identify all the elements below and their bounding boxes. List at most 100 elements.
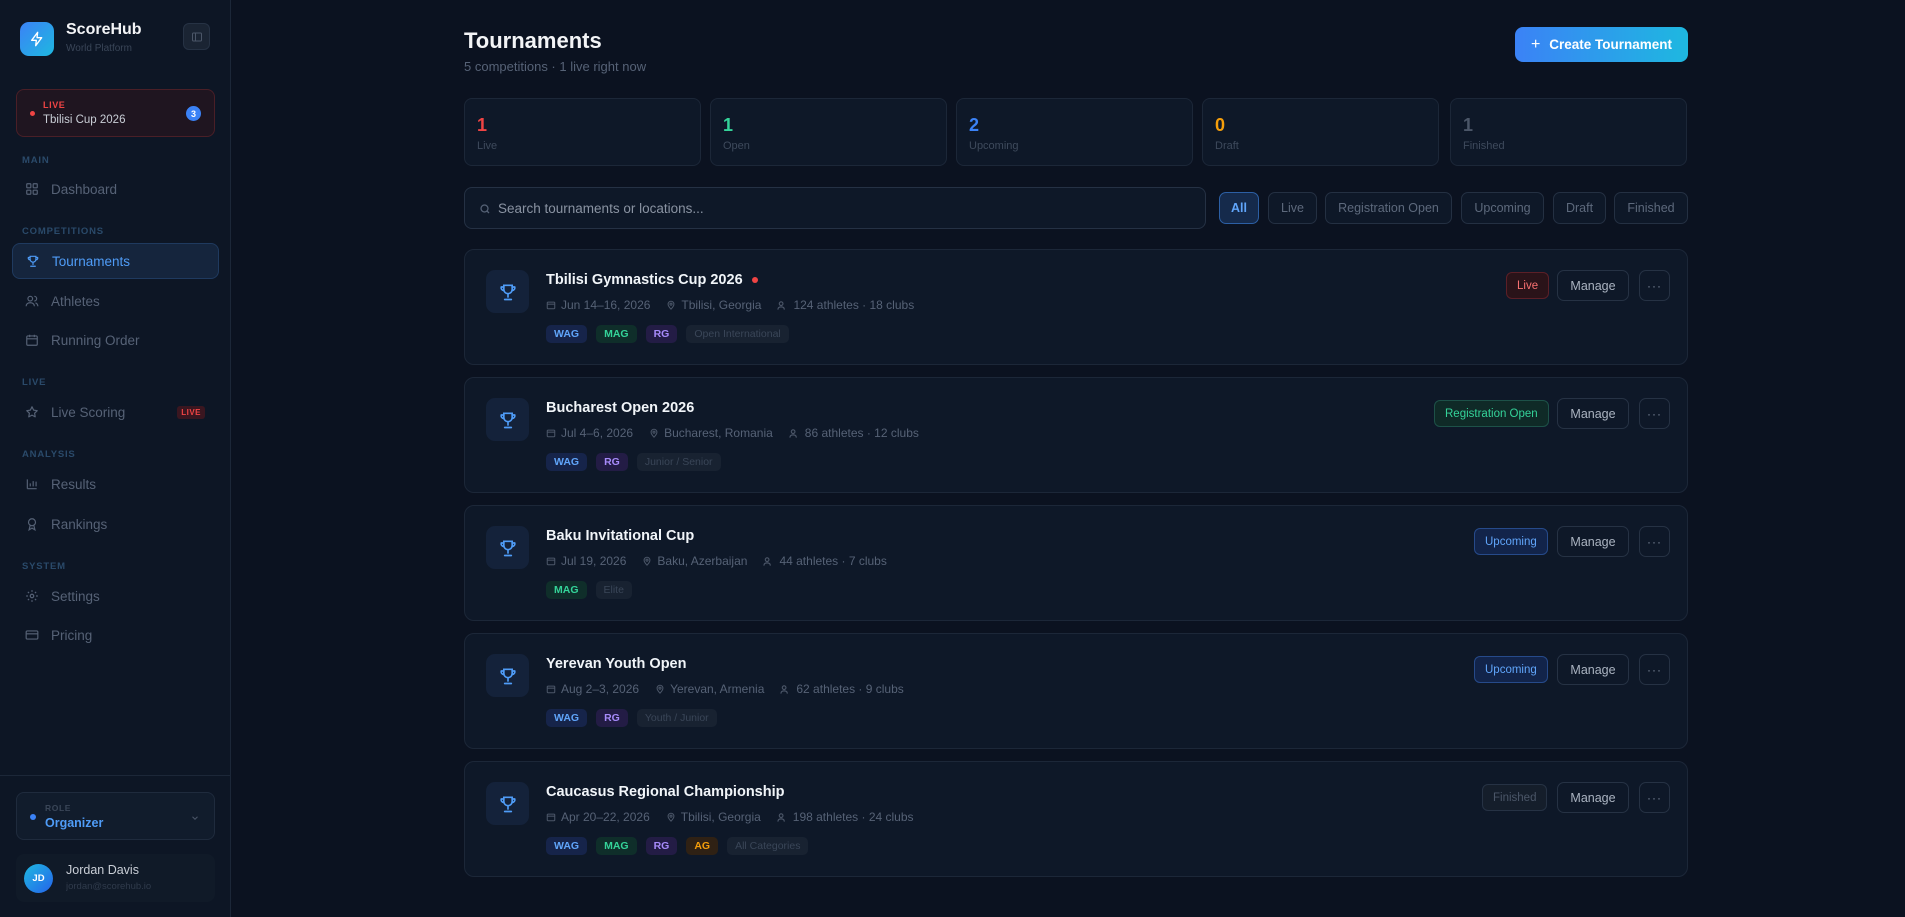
trophy-icon bbox=[26, 254, 40, 268]
stat-value: 1 bbox=[1463, 115, 1474, 135]
tournament-date: Aug 2–3, 2026 bbox=[561, 682, 640, 696]
stat-card-open: 1 Open bbox=[710, 98, 947, 166]
filter-registration-open[interactable]: Registration Open bbox=[1325, 192, 1452, 224]
trophy-icon bbox=[486, 654, 529, 697]
avatar: JD bbox=[24, 864, 53, 893]
location-pin-icon bbox=[656, 684, 664, 694]
manage-button[interactable]: Manage bbox=[1557, 654, 1629, 685]
tournament-location: Baku, Azerbaijan bbox=[657, 554, 748, 568]
tag-category: Elite bbox=[595, 581, 632, 599]
user-name: Jordan Davis bbox=[66, 863, 139, 877]
live-tournament-card[interactable]: LIVE Tbilisi Cup 2026 3 bbox=[16, 89, 215, 137]
live-tournament-name: Tbilisi Cup 2026 bbox=[43, 114, 126, 126]
more-options-button[interactable]: ··· bbox=[1639, 782, 1670, 813]
section-label-competitions: COMPETITIONS bbox=[22, 226, 104, 237]
manage-button[interactable]: Manage bbox=[1557, 782, 1629, 813]
tournament-title-text: Baku Invitational Cup bbox=[546, 528, 695, 544]
more-options-button[interactable]: ··· bbox=[1639, 654, 1670, 685]
stat-label: Live bbox=[477, 140, 498, 152]
tournament-card[interactable]: Bucharest Open 2026 Jul 4–6, 2026 Buchar… bbox=[464, 377, 1688, 493]
discipline-tags: WAG RG Youth / Junior bbox=[546, 709, 726, 727]
tournament-meta: Jul 4–6, 2026 Bucharest, Romania 86 athl… bbox=[546, 426, 935, 440]
location-pin-icon bbox=[667, 300, 675, 310]
search-input[interactable] bbox=[498, 188, 1198, 228]
filter-upcoming[interactable]: Upcoming bbox=[1461, 192, 1544, 224]
role-dot bbox=[30, 814, 36, 820]
sidebar-item-athletes[interactable]: Athletes bbox=[12, 283, 219, 319]
tournament-card[interactable]: Tbilisi Gymnastics Cup 2026 Jun 14–16, 2… bbox=[464, 249, 1688, 365]
calendar-icon bbox=[546, 301, 556, 310]
collapse-sidebar-button[interactable] bbox=[183, 23, 210, 50]
tournament-title[interactable]: Yerevan Youth Open bbox=[546, 656, 686, 672]
sidebar-item-label: Running Order bbox=[51, 332, 140, 348]
tournament-title[interactable]: Tbilisi Gymnastics Cup 2026 bbox=[546, 272, 758, 288]
brand-name: ScoreHub bbox=[66, 21, 142, 38]
users-icon bbox=[780, 684, 789, 694]
calendar-icon bbox=[546, 557, 556, 566]
manage-button[interactable]: Manage bbox=[1557, 398, 1629, 429]
tag-rg: RG bbox=[596, 453, 628, 471]
sidebar-item-label: Tournaments bbox=[52, 253, 131, 269]
tournament-athletes: 198 athletes · 24 clubs bbox=[792, 810, 914, 824]
credit-card-icon bbox=[25, 628, 39, 642]
stat-card-draft: 0 Draft bbox=[1202, 98, 1439, 166]
tournament-card[interactable]: Yerevan Youth Open Aug 2–3, 2026 Yerevan… bbox=[464, 633, 1688, 749]
sidebar-item-live-scoring[interactable]: Live Scoring LIVE bbox=[12, 394, 219, 430]
sidebar-item-rankings[interactable]: Rankings bbox=[12, 506, 219, 542]
sidebar-item-label: Rankings bbox=[51, 516, 108, 532]
tournament-date: Jun 14–16, 2026 bbox=[561, 298, 651, 312]
more-options-button[interactable]: ··· bbox=[1639, 526, 1670, 557]
role-selector[interactable]: ROLE Organizer bbox=[16, 792, 215, 840]
stat-label: Finished bbox=[1463, 140, 1505, 152]
tournament-location: Yerevan, Armenia bbox=[670, 682, 765, 696]
calendar-icon bbox=[546, 429, 556, 438]
manage-button[interactable]: Manage bbox=[1557, 270, 1629, 301]
tournament-title[interactable]: Bucharest Open 2026 bbox=[546, 400, 694, 416]
trophy-icon bbox=[486, 398, 529, 441]
tag-mag: MAG bbox=[596, 837, 637, 855]
role-label: ROLE bbox=[45, 803, 72, 813]
create-tournament-button[interactable]: + Create Tournament bbox=[1515, 27, 1688, 62]
sidebar-item-results[interactable]: Results bbox=[12, 466, 219, 502]
sidebar-icon bbox=[191, 32, 202, 41]
tournament-card[interactable]: Baku Invitational Cup Jul 19, 2026 Baku,… bbox=[464, 505, 1688, 621]
bolt-icon bbox=[20, 21, 54, 56]
chevron-down-icon bbox=[190, 810, 200, 828]
calendar-icon bbox=[546, 813, 556, 822]
sidebar-item-label: Settings bbox=[51, 588, 100, 604]
filter-draft[interactable]: Draft bbox=[1553, 192, 1606, 224]
sidebar-item-tournaments[interactable]: Tournaments bbox=[12, 243, 219, 279]
filter-finished[interactable]: Finished bbox=[1614, 192, 1688, 224]
search-icon bbox=[479, 202, 491, 220]
users-icon bbox=[25, 294, 39, 308]
tournament-title[interactable]: Baku Invitational Cup bbox=[546, 528, 694, 544]
tournament-location: Bucharest, Romania bbox=[664, 426, 773, 440]
more-options-button[interactable]: ··· bbox=[1639, 270, 1670, 301]
tag-wag: WAG bbox=[546, 325, 588, 343]
tournament-location: Tbilisi, Georgia bbox=[681, 298, 762, 312]
sidebar-item-dashboard[interactable]: Dashboard bbox=[12, 171, 219, 207]
status-badge: Upcoming bbox=[1474, 656, 1548, 683]
filter-live[interactable]: Live bbox=[1268, 192, 1317, 224]
user-profile[interactable]: JD Jordan Davis jordan@scorehub.io bbox=[16, 854, 215, 902]
discipline-tags: WAG RG Junior / Senior bbox=[546, 453, 730, 471]
manage-button[interactable]: Manage bbox=[1557, 526, 1629, 557]
section-label-analysis: ANALYSIS bbox=[22, 449, 76, 460]
trophy-icon bbox=[486, 526, 529, 569]
tournament-date: Jul 4–6, 2026 bbox=[561, 426, 634, 440]
tournament-title-text: Caucasus Regional Championship bbox=[546, 784, 785, 800]
brand-subtitle: World Platform bbox=[66, 43, 132, 54]
filter-all[interactable]: All bbox=[1219, 192, 1259, 224]
more-options-button[interactable]: ··· bbox=[1639, 398, 1670, 429]
tournament-title[interactable]: Caucasus Regional Championship bbox=[546, 784, 785, 800]
users-icon bbox=[777, 812, 785, 822]
brand[interactable]: ScoreHub World Platform bbox=[20, 21, 142, 56]
sidebar-item-settings[interactable]: Settings bbox=[12, 578, 219, 614]
sidebar-item-pricing[interactable]: Pricing bbox=[12, 617, 219, 653]
search-box[interactable] bbox=[464, 187, 1206, 229]
tag-rg: RG bbox=[596, 709, 628, 727]
tournament-card[interactable]: Caucasus Regional Championship Apr 20–22… bbox=[464, 761, 1688, 877]
tournament-athletes: 44 athletes · 7 clubs bbox=[779, 554, 887, 568]
tag-category: Junior / Senior bbox=[636, 453, 721, 471]
sidebar-item-running-order[interactable]: Running Order bbox=[12, 322, 219, 358]
